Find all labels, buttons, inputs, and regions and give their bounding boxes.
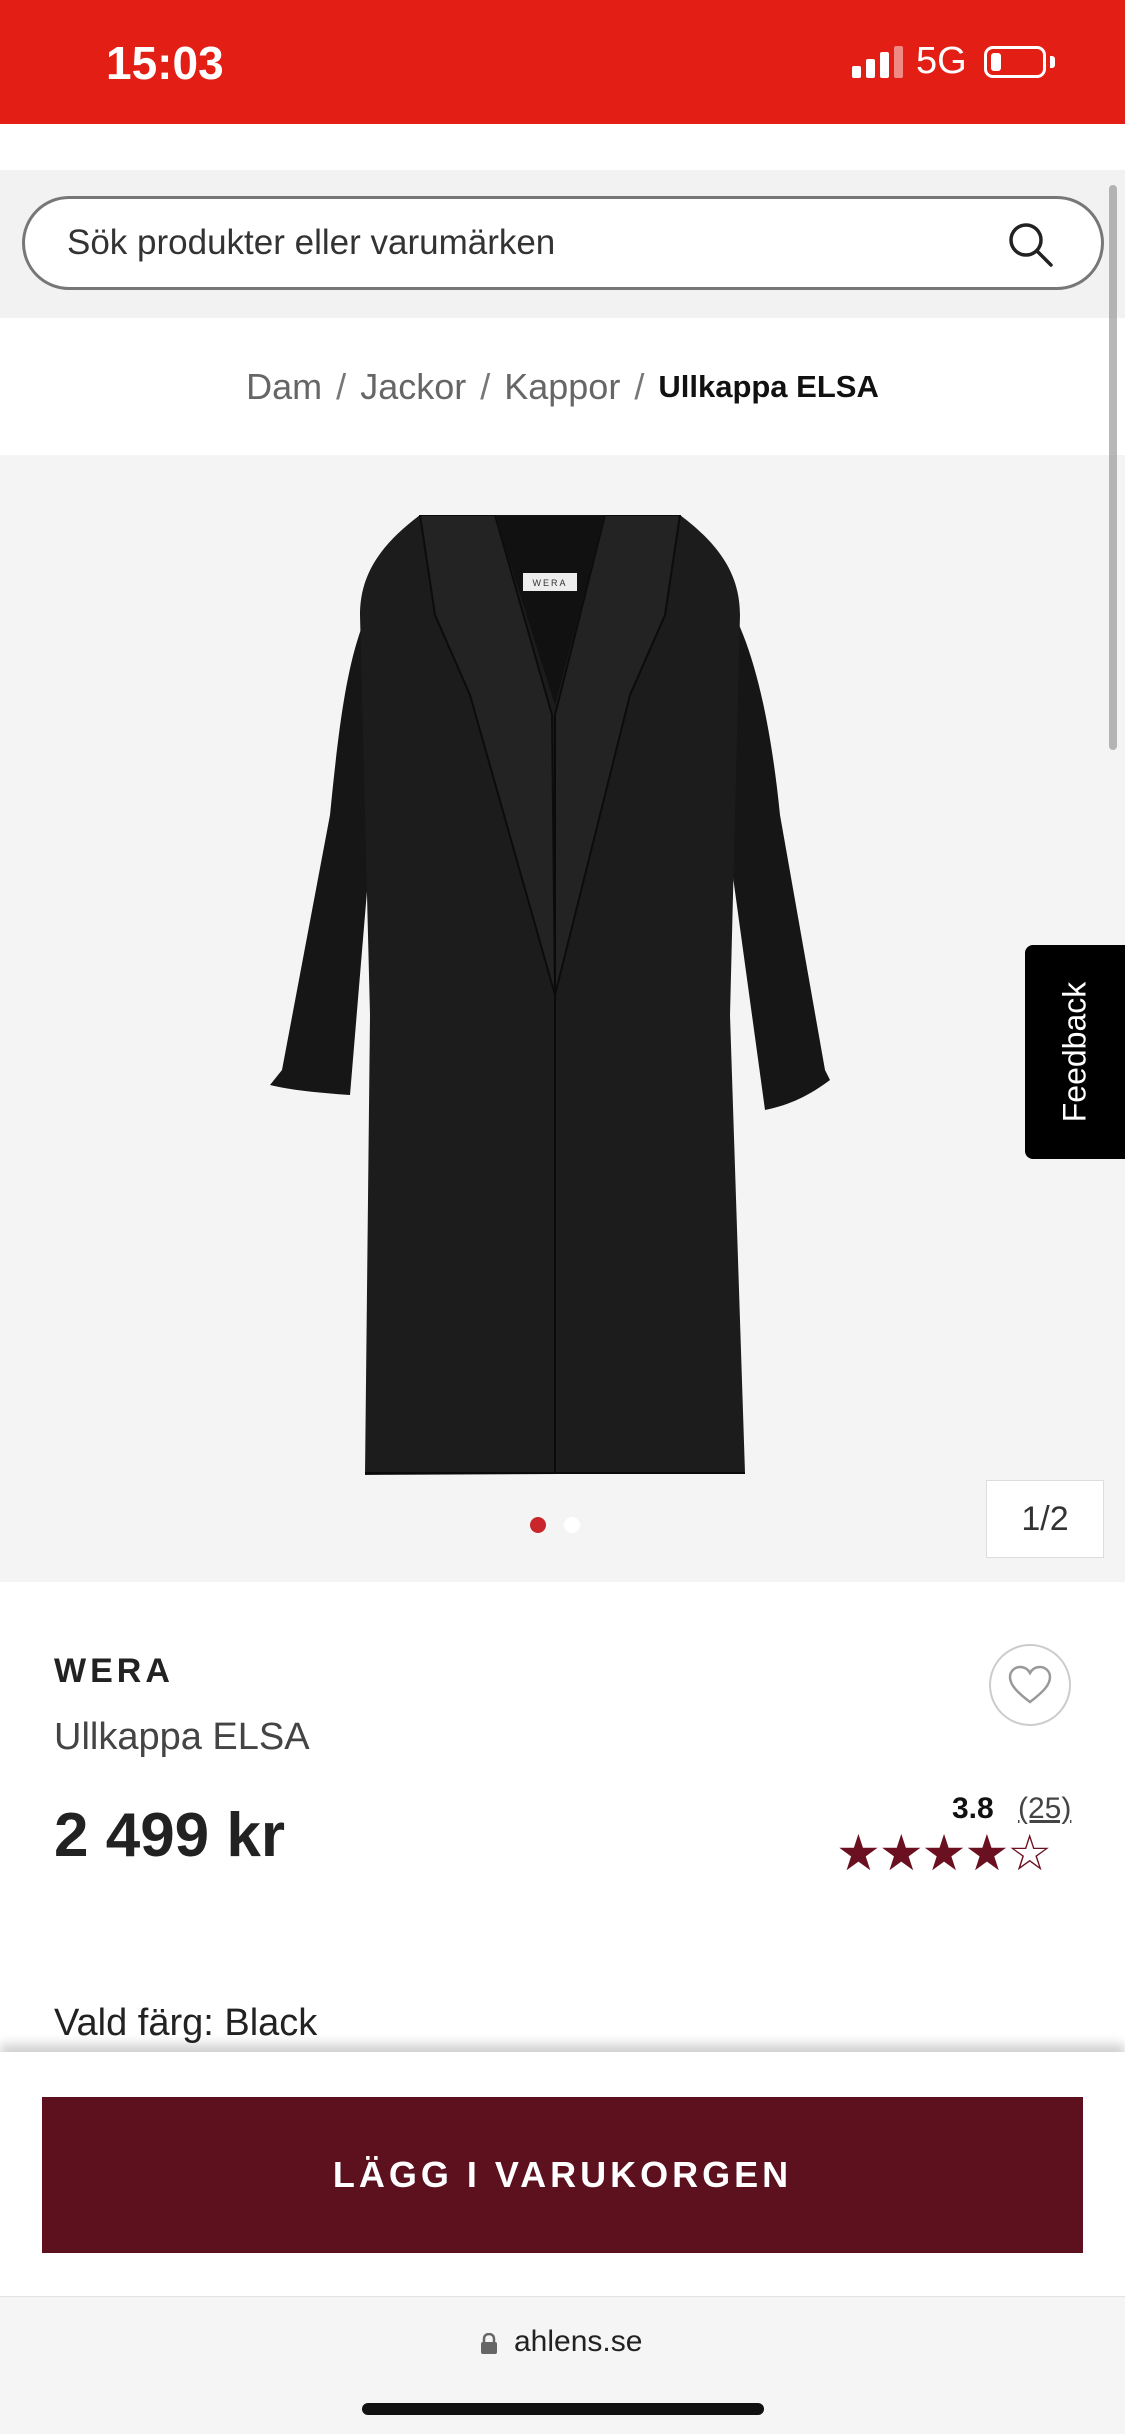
rating-score: 3.8 <box>952 1792 994 1825</box>
add-to-cart-bar: LÄGG I VARUKORGEN <box>0 2052 1125 2296</box>
heart-icon <box>1008 1665 1052 1704</box>
breadcrumb: Dam / Jackor / Kappor / Ullkappa ELSA <box>0 318 1125 455</box>
selected-color: Vald färg: Black <box>54 2002 318 2044</box>
lock-icon <box>481 2333 497 2354</box>
feedback-label: Feedback <box>1056 981 1093 1123</box>
browser-url-bar[interactable]: ahlens.se <box>0 2296 1125 2434</box>
product-price: 2 499 kr <box>54 1801 285 1870</box>
coat-brand-tag: WERA <box>533 578 568 588</box>
image-counter: 1/2 <box>986 1480 1104 1558</box>
wishlist-button[interactable] <box>989 1644 1071 1726</box>
breadcrumb-item-dam[interactable]: Dam <box>246 366 322 408</box>
breadcrumb-separator: / <box>634 365 645 407</box>
signal-icon <box>852 46 903 78</box>
product-brand[interactable]: WERA <box>54 1652 174 1691</box>
breadcrumb-current: Ullkappa ELSA <box>658 368 879 404</box>
gallery-dot-active[interactable] <box>530 1517 546 1533</box>
product-name: Ullkappa ELSA <box>54 1716 310 1758</box>
breadcrumb-separator: / <box>480 365 491 407</box>
page-scrollbar[interactable] <box>1109 185 1117 750</box>
status-time: 15:03 <box>106 37 224 89</box>
battery-icon <box>984 46 1046 78</box>
review-count-link[interactable]: (25) <box>1018 1792 1071 1826</box>
status-bar: 15:03 5G <box>0 0 1125 124</box>
network-label: 5G <box>916 40 967 82</box>
product-image-gallery[interactable]: WERA 1/2 <box>0 455 1125 1582</box>
breadcrumb-separator: / <box>336 365 347 407</box>
url-text: ahlens.se <box>514 2325 643 2358</box>
battery-tip <box>1050 56 1055 68</box>
search-placeholder: Sök produkter eller varumärken <box>67 223 556 262</box>
product-image: WERA <box>270 515 830 1475</box>
add-to-cart-button[interactable]: LÄGG I VARUKORGEN <box>42 2097 1083 2253</box>
rating-stars[interactable]: ★★★★☆ <box>836 1824 1052 1882</box>
search-input[interactable]: Sök produkter eller varumärken <box>22 196 1104 290</box>
breadcrumb-item-kappor[interactable]: Kappor <box>504 366 620 408</box>
gallery-pagination <box>530 1517 580 1533</box>
search-bar: Sök produkter eller varumärken <box>0 170 1125 318</box>
breadcrumb-item-jackor[interactable]: Jackor <box>360 366 466 408</box>
search-icon[interactable] <box>1005 219 1055 269</box>
feedback-tab[interactable]: Feedback <box>1025 945 1125 1159</box>
gallery-dot[interactable] <box>564 1517 580 1533</box>
home-indicator[interactable] <box>362 2403 764 2415</box>
